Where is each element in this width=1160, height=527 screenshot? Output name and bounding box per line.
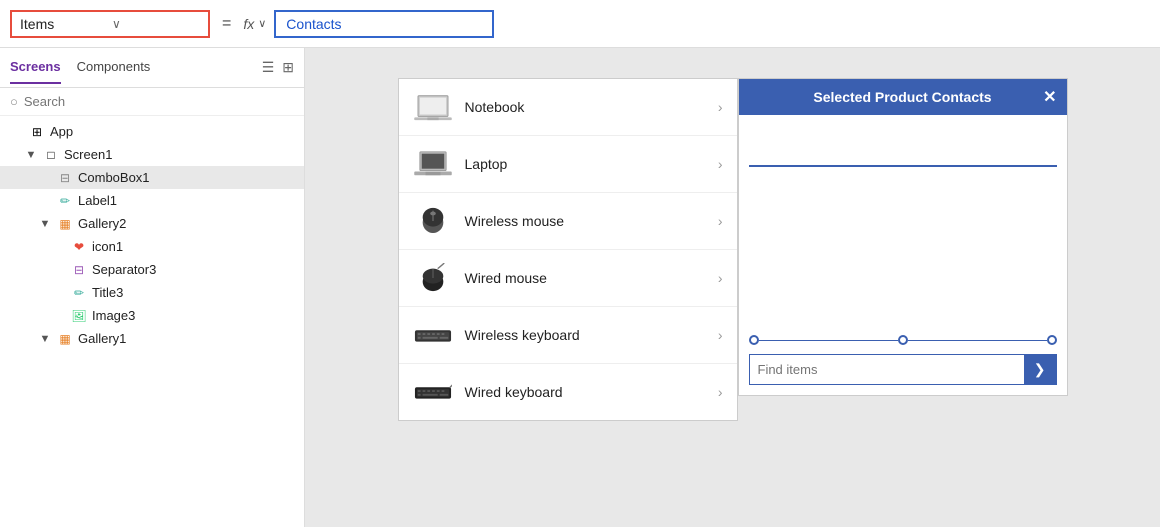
product-img-wmouse (413, 203, 453, 239)
tree-item-app[interactable]: ⊞ App (0, 120, 304, 143)
panel-close-button[interactable]: ✕ (1043, 87, 1056, 107)
product-name-wkeyboard: Wireless keyboard (465, 327, 706, 343)
tab-components[interactable]: Components (77, 51, 151, 84)
panel-body: ❯ (739, 115, 1067, 395)
panel-divider (749, 165, 1057, 167)
image-icon: 🖼 (70, 309, 88, 323)
selected-panel: Selected Product Contacts ✕ ❯ (738, 78, 1068, 396)
product-chevron-mouse: › (718, 270, 723, 286)
slider-track (759, 340, 898, 341)
product-chevron-wmouse: › (718, 213, 723, 229)
grid-view-icon[interactable]: ⊞ (282, 59, 294, 76)
tree-label-separator3: Separator3 (92, 262, 156, 277)
slider-handle-right[interactable] (1047, 335, 1057, 345)
search-box: ○ (0, 88, 304, 116)
find-items-button[interactable]: ❯ (1024, 355, 1056, 384)
tree-item-label1[interactable]: ✏ Label1 (0, 189, 304, 212)
tree-label-combobox1: ComboBox1 (78, 170, 150, 185)
product-chevron-keyboard: › (718, 384, 723, 400)
panel-header: Selected Product Contacts ✕ (739, 79, 1067, 115)
tree-arrow-gallery2: ▼ (38, 218, 52, 230)
top-bar: Items ∨ = fx ∨ Contacts (0, 0, 1160, 48)
product-list: Notebook › Laptop › (398, 78, 738, 421)
tree-label-title3: Title3 (92, 285, 123, 300)
fx-chevron-icon: ∨ (258, 17, 266, 30)
tree-arrow-gallery1: ▼ (38, 333, 52, 345)
product-item-keyboard[interactable]: Wired keyboard › (399, 364, 737, 420)
tree-item-separator3[interactable]: ⊟ Separator3 (0, 258, 304, 281)
product-item-mouse[interactable]: Wired mouse › (399, 250, 737, 307)
gallery1-icon: ▦ (56, 332, 74, 346)
sidebar-tabs: Screens Components ☰ ⊞ (0, 48, 304, 88)
tree-item-title3[interactable]: ✏ Title3 (0, 281, 304, 304)
tree-item-image3[interactable]: 🖼 Image3 (0, 304, 304, 327)
app-icon: ⊞ (28, 125, 46, 139)
items-dropdown[interactable]: Items ∨ (10, 10, 210, 38)
fx-label: fx (243, 16, 254, 32)
formula-box[interactable]: Contacts (274, 10, 494, 38)
product-img-keyboard (413, 374, 453, 410)
label-icon: ✏ (56, 194, 74, 208)
separator-icon: ⊟ (70, 263, 88, 277)
product-name-wmouse: Wireless mouse (465, 213, 706, 229)
product-chevron-wkeyboard: › (718, 327, 723, 343)
tree-item-gallery1[interactable]: ▼ ▦ Gallery1 (0, 327, 304, 350)
sidebar: Screens Components ☰ ⊞ ○ ⊞ App ▼ (0, 48, 305, 527)
tree-item-screen1[interactable]: ▼ □ Screen1 (0, 143, 304, 166)
product-item-laptop[interactable]: Laptop › (399, 136, 737, 193)
product-item-wmouse[interactable]: Wireless mouse › (399, 193, 737, 250)
find-items-input[interactable] (750, 356, 1024, 383)
equals-sign: = (218, 15, 235, 33)
product-img-mouse (413, 260, 453, 296)
product-name-notebook: Notebook (465, 99, 706, 115)
list-view-icon[interactable]: ☰ (262, 59, 275, 76)
fx-bar: fx ∨ (243, 16, 266, 32)
find-items-row: ❯ (749, 354, 1057, 385)
product-name-keyboard: Wired keyboard (465, 384, 706, 400)
product-item-wkeyboard[interactable]: Wireless keyboard › (399, 307, 737, 364)
content-area: Notebook › Laptop › (305, 48, 1160, 527)
search-input[interactable] (24, 94, 294, 109)
tree-label-icon1: icon1 (92, 239, 123, 254)
title-icon: ✏ (70, 286, 88, 300)
tree-area: ⊞ App ▼ □ Screen1 ⊟ ComboBox1 ✏ Label1 (0, 116, 304, 527)
dropdown-chevron-icon: ∨ (112, 17, 200, 31)
combobox-icon: ⊟ (56, 171, 74, 185)
product-img-laptop (413, 146, 453, 182)
product-img-wkeyboard (413, 317, 453, 353)
gallery-icon: ▦ (56, 217, 74, 231)
search-icon: ○ (10, 94, 18, 109)
tree-label-gallery1: Gallery1 (78, 331, 126, 346)
panel-title: Selected Product Contacts (813, 89, 991, 105)
main-layout: Screens Components ☰ ⊞ ○ ⊞ App ▼ (0, 48, 1160, 527)
tree-item-icon1[interactable]: ❤ icon1 (0, 235, 304, 258)
tree-label-screen1: Screen1 (64, 147, 112, 162)
items-label: Items (20, 16, 108, 32)
product-name-mouse: Wired mouse (465, 270, 706, 286)
slider-handle-mid[interactable] (898, 335, 908, 345)
tree-label-label1: Label1 (78, 193, 117, 208)
product-name-laptop: Laptop (465, 156, 706, 172)
product-chevron-notebook: › (718, 99, 723, 115)
tree-label-image3: Image3 (92, 308, 135, 323)
product-img-notebook (413, 89, 453, 125)
sidebar-toolbar: ☰ ⊞ (262, 59, 294, 76)
slider-row (749, 335, 1057, 345)
tab-screens[interactable]: Screens (10, 51, 61, 84)
tree-label-gallery2: Gallery2 (78, 216, 126, 231)
screen-icon: □ (42, 148, 60, 162)
icon1-icon: ❤ (70, 240, 88, 254)
tree-item-gallery2[interactable]: ▼ ▦ Gallery2 (0, 212, 304, 235)
tree-label-app: App (50, 124, 73, 139)
tree-item-combobox1[interactable]: ⊟ ComboBox1 (0, 166, 304, 189)
tree-arrow-screen1: ▼ (24, 149, 38, 161)
product-item-notebook[interactable]: Notebook › (399, 79, 737, 136)
slider-handle-left[interactable] (749, 335, 759, 345)
slider-track2 (908, 340, 1047, 341)
product-chevron-laptop: › (718, 156, 723, 172)
